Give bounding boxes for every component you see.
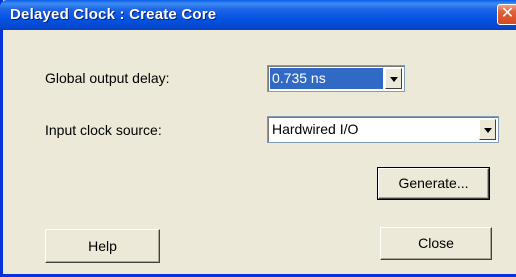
input-clock-source-label: Input clock source: [45,122,162,138]
generate-button[interactable]: Generate... [377,167,490,200]
close-window-button[interactable]: ✕ [497,4,516,25]
input-clock-source-dropdown-button[interactable] [479,119,496,140]
chevron-down-icon [484,128,492,133]
input-clock-source-value: Hardwired I/O [272,121,359,137]
global-output-delay-value: 0.735 ns [270,68,383,89]
close-icon: ✕ [500,5,515,22]
global-output-delay-dropdown-button[interactable] [385,68,402,89]
global-output-delay-select[interactable]: 0.735 ns [267,65,405,92]
chevron-down-icon [390,77,398,82]
title-bar[interactable]: Delayed Clock : Create Core ✕ [0,0,516,30]
close-button[interactable]: Close [380,227,492,260]
input-clock-source-select[interactable]: Hardwired I/O [267,116,499,143]
global-output-delay-label: Global output delay: [45,70,170,86]
dialog-window: Delayed Clock : Create Core ✕ Global out… [0,0,516,277]
help-button[interactable]: Help [45,229,160,263]
window-title: Delayed Clock : Create Core [10,6,217,23]
